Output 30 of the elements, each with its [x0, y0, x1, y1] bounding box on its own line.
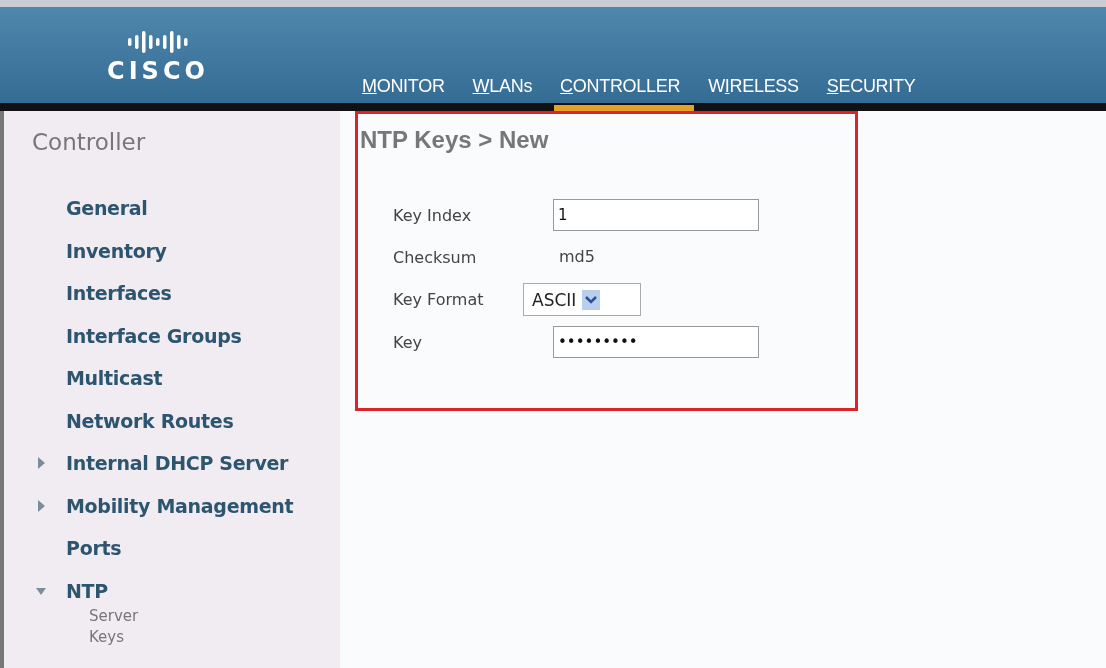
sidebar-item[interactable]: NTP: [66, 579, 108, 602]
input-field[interactable]: •••••••••: [553, 326, 759, 358]
page-title: NTP Keys > New: [360, 126, 550, 154]
sidebar-item[interactable]: Interfaces: [66, 282, 172, 305]
sidebar-item[interactable]: Mobility Management: [66, 494, 294, 517]
nav-tab[interactable]: WLANs: [466, 76, 547, 111]
cisco-bars-icon: [127, 31, 189, 53]
nav-tab[interactable]: MONITOR: [356, 76, 459, 111]
sidebar-title: Controller: [32, 129, 147, 155]
sidebar-subitem[interactable]: Server: [32, 606, 340, 627]
nav-tab[interactable]: SECURITY: [820, 76, 930, 111]
sidebar-item[interactable]: General: [66, 197, 148, 220]
logo-text: CISCO: [107, 57, 209, 85]
format-dropdown[interactable]: ASCII: [523, 283, 641, 316]
field-label: Key: [393, 332, 423, 352]
sidebar-item[interactable]: Multicast: [66, 367, 163, 390]
sidebar-item[interactable]: Ports: [66, 537, 122, 560]
sidebar-item[interactable]: Internal DHCP Server: [66, 452, 289, 475]
sidebar-item[interactable]: Inventory: [66, 239, 167, 262]
sidebar-subitem[interactable]: Keys: [32, 627, 340, 648]
caret-right-icon[interactable]: [36, 457, 46, 470]
input-field[interactable]: 1: [553, 199, 759, 231]
sidebar-item[interactable]: Network Routes: [66, 409, 234, 432]
sidebar-item[interactable]: Interface Groups: [66, 324, 242, 347]
nav-tab[interactable]: WIRELESS: [702, 76, 813, 111]
caret-right-icon[interactable]: [36, 499, 46, 512]
field-value: md5: [558, 246, 596, 268]
nav-tab[interactable]: CONTROLLER: [554, 76, 695, 111]
field-label: Key Index: [393, 205, 473, 225]
field-label: Checksum: [393, 247, 478, 267]
